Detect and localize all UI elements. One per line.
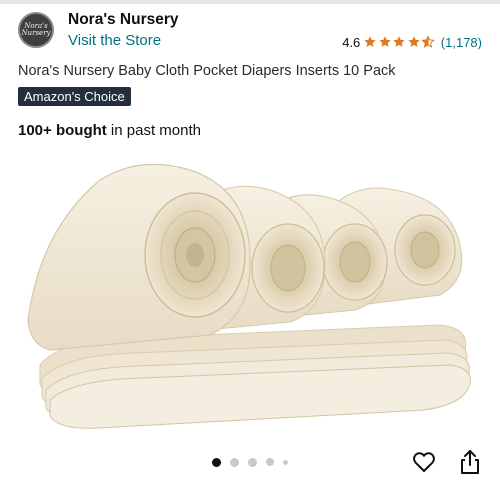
carousel-dot[interactable] — [230, 457, 239, 467]
seller-logo-text: Nora's Nursery — [21, 22, 51, 37]
product-image[interactable] — [20, 150, 480, 435]
product-title: Nora's Nursery Baby Cloth Pocket Diapers… — [18, 63, 396, 79]
carousel-dot[interactable] — [266, 458, 274, 466]
carousel-dot[interactable] — [212, 457, 221, 467]
seller-header: Nora's Nursery Nora's Nursery Visit the … — [18, 10, 488, 50]
rating-value: 4.6 — [342, 34, 361, 50]
carousel-dot[interactable] — [283, 459, 288, 465]
star-icon — [379, 36, 391, 47]
share-icon[interactable] — [458, 449, 482, 475]
rating-count-link[interactable]: (1,178) — [441, 35, 482, 50]
amazons-choice-badge[interactable]: Amazon's Choice — [18, 87, 131, 106]
purchase-count: 100+ bought in past month — [18, 122, 201, 139]
seller-logo[interactable]: Nora's Nursery — [18, 12, 54, 48]
star-icon — [393, 36, 405, 47]
top-divider — [0, 0, 500, 4]
purchase-count-strong: 100+ bought — [18, 122, 107, 139]
star-icon — [364, 36, 376, 47]
carousel-dot[interactable] — [248, 457, 257, 467]
seller-name[interactable]: Nora's Nursery — [68, 11, 179, 29]
product-page: Nora's Nursery Nora's Nursery Visit the … — [0, 0, 500, 500]
star-icon — [408, 36, 420, 47]
rating-summary[interactable]: 4.6 (1,178) — [342, 34, 482, 50]
half-star-icon — [421, 35, 436, 48]
visit-store-link[interactable]: Visit the Store — [68, 32, 161, 49]
rating-stars — [363, 35, 436, 49]
heart-icon[interactable] — [412, 450, 436, 474]
purchase-count-rest: in past month — [106, 122, 201, 139]
